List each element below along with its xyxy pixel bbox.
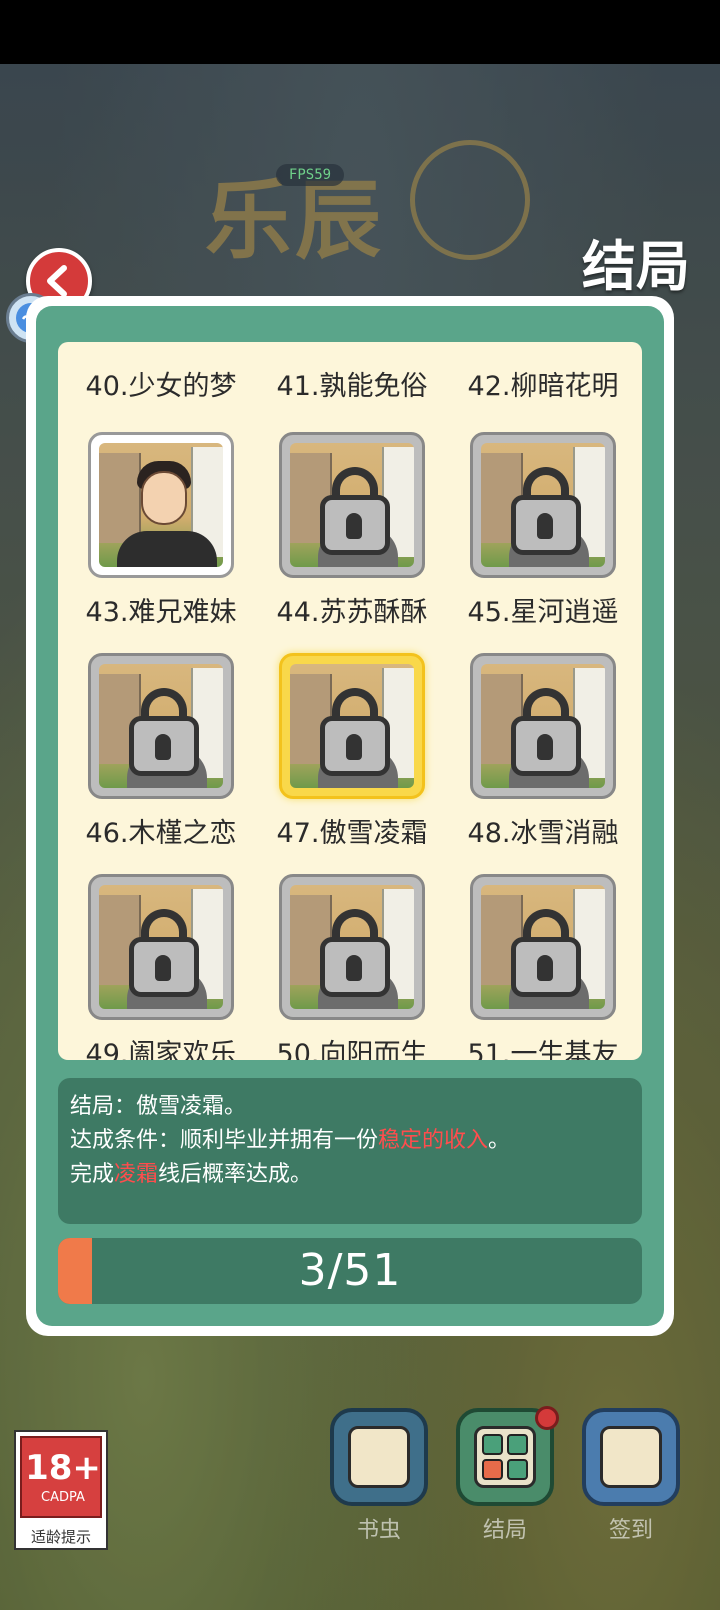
ending-label: 45.星河逍遥 bbox=[467, 597, 619, 628]
ending-thumbnail-locked[interactable] bbox=[470, 432, 616, 578]
probability-line: 完成凌霜线后概率达成。 bbox=[70, 1158, 630, 1192]
book-label: 书虫 bbox=[356, 1518, 401, 1543]
age-rating-org: CADPA bbox=[41, 1490, 85, 1505]
page-title: 结局 bbox=[582, 235, 690, 298]
chevron-left-icon bbox=[47, 265, 67, 297]
age-rating-badge: 18+ CADPA 适龄提示 bbox=[14, 1430, 108, 1550]
collection-progress-bar: 3/51 bbox=[58, 1238, 642, 1304]
age-rating-tip: 适龄提示 bbox=[30, 1528, 91, 1546]
ending-thumbnail-locked[interactable] bbox=[88, 874, 234, 1020]
ending-thumbnail[interactable] bbox=[88, 432, 234, 578]
ending-card[interactable]: 43.难兄难妹 bbox=[86, 432, 236, 632]
ending-card[interactable]: 45.星河逍遥 bbox=[468, 432, 618, 632]
ending-card[interactable]: 48.冰雪消融 bbox=[468, 653, 618, 853]
ending-label: 48.冰雪消融 bbox=[467, 818, 619, 849]
checkin-label: 签到 bbox=[608, 1518, 653, 1543]
ending-label: 46.木槿之恋 bbox=[85, 818, 237, 849]
notification-dot bbox=[535, 1406, 559, 1430]
ending-label: 47.傲雪凌霜 bbox=[276, 818, 428, 849]
ending-card[interactable]: 51.一生基友 bbox=[468, 874, 618, 1060]
condition-highlight: 稳定的收入 bbox=[378, 1128, 489, 1153]
ending-thumbnail-selected[interactable] bbox=[279, 653, 425, 799]
lock-icon bbox=[290, 443, 414, 567]
lock-icon bbox=[99, 664, 223, 788]
condition-line: 达成条件：顺利毕业并拥有一份稳定的收入。 bbox=[70, 1124, 630, 1158]
ending-label: 44.苏苏酥酥 bbox=[276, 597, 428, 628]
ending-description: 结局：傲雪凌霜。 达成条件：顺利毕业并拥有一份稳定的收入。 完成凌霜线后概率达成… bbox=[58, 1078, 642, 1224]
book-button[interactable] bbox=[330, 1408, 428, 1506]
progress-count: 3/51 bbox=[298, 1245, 402, 1296]
grid-icon bbox=[474, 1426, 536, 1488]
age-rating-box: 18+ CADPA bbox=[20, 1436, 102, 1518]
lock-icon bbox=[290, 664, 414, 788]
endings-label: 结局 bbox=[482, 1518, 527, 1543]
ending-label[interactable]: 42.柳暗花明 bbox=[458, 364, 628, 403]
calendar-icon bbox=[600, 1426, 662, 1488]
ending-label[interactable]: 41.孰能免俗 bbox=[267, 364, 437, 403]
lock-icon bbox=[481, 443, 605, 567]
lock-icon bbox=[481, 885, 605, 1009]
ending-card[interactable]: 46.木槿之恋 bbox=[86, 653, 236, 853]
lock-icon bbox=[99, 885, 223, 1009]
condition-suffix: 。 bbox=[488, 1128, 511, 1153]
ending-label: 43.难兄难妹 bbox=[85, 597, 237, 628]
condition-text: 达成条件：顺利毕业并拥有一份 bbox=[70, 1128, 379, 1153]
probability-prefix: 完成 bbox=[70, 1162, 115, 1187]
ending-thumbnail-locked[interactable] bbox=[470, 874, 616, 1020]
status-bar bbox=[0, 0, 720, 64]
ending-name-line: 结局：傲雪凌霜。 bbox=[70, 1094, 247, 1119]
endings-grid[interactable]: 40.少女的梦 41.孰能免俗 42.柳暗花明 43.难兄难妹 44.苏苏酥酥 … bbox=[58, 342, 642, 1060]
age-rating-number: 18+ bbox=[25, 1448, 101, 1488]
grid-squares-icon bbox=[482, 1434, 528, 1480]
fps-counter: FPS59 bbox=[276, 164, 344, 186]
ending-label: 50.向阳而生 bbox=[276, 1039, 428, 1060]
ending-card[interactable]: 50.向阳而生 bbox=[277, 874, 427, 1060]
ending-label[interactable]: 40.少女的梦 bbox=[76, 364, 246, 403]
ending-thumbnail-locked[interactable] bbox=[470, 653, 616, 799]
route-highlight: 凌霜 bbox=[114, 1162, 159, 1187]
ending-card-selected[interactable]: 47.傲雪凌霜 bbox=[277, 653, 427, 853]
ending-label: 51.一生基友 bbox=[467, 1039, 619, 1060]
game-logo: 乐辰 bbox=[205, 170, 385, 271]
ending-illustration bbox=[99, 443, 223, 567]
lock-icon bbox=[481, 664, 605, 788]
ending-thumbnail-locked[interactable] bbox=[88, 653, 234, 799]
ending-card[interactable]: 44.苏苏酥酥 bbox=[277, 432, 427, 632]
ending-thumbnail-locked[interactable] bbox=[279, 874, 425, 1020]
book-icon bbox=[348, 1426, 410, 1488]
ending-card[interactable]: 49.阖家欢乐 bbox=[86, 874, 236, 1060]
ending-label: 49.阖家欢乐 bbox=[85, 1039, 237, 1060]
ending-thumbnail-locked[interactable] bbox=[279, 432, 425, 578]
probability-suffix: 线后概率达成。 bbox=[158, 1162, 313, 1187]
lock-icon bbox=[290, 885, 414, 1009]
checkin-button[interactable] bbox=[582, 1408, 680, 1506]
